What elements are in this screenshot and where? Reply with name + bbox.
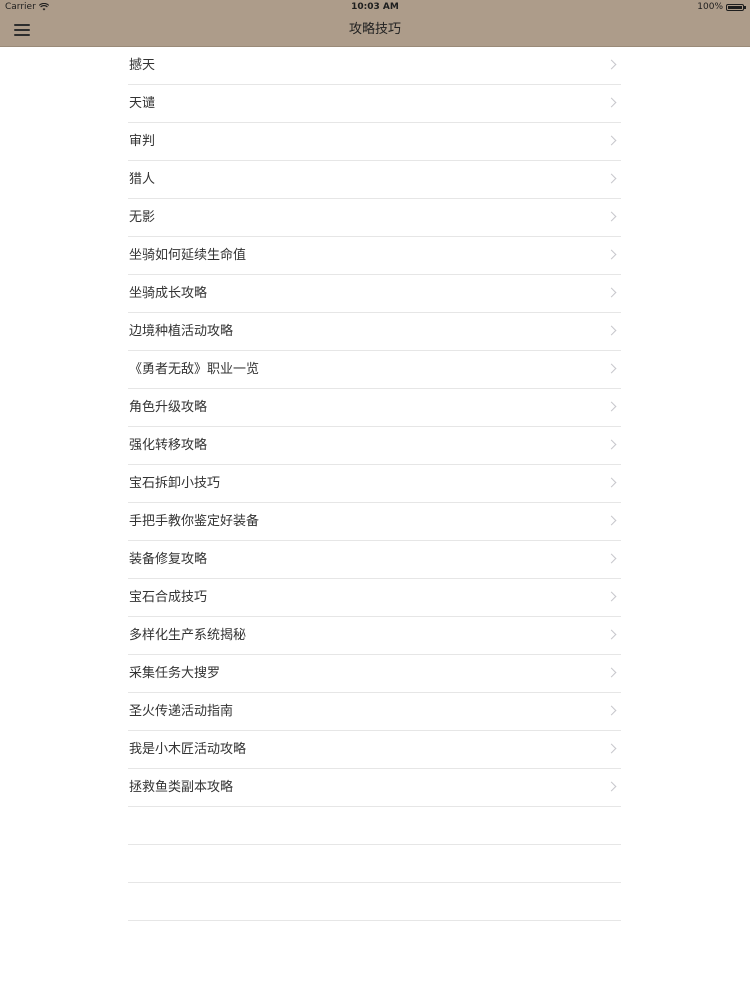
list-item[interactable]: 撼天	[128, 47, 621, 85]
chevron-right-icon	[606, 363, 617, 374]
list-item-label: 圣火传递活动指南	[129, 704, 234, 719]
battery-indicator: 100%	[697, 0, 746, 14]
list-item-label: 撼天	[129, 58, 156, 73]
list-item-label: 多样化生产系统揭秘	[129, 628, 247, 643]
list-item-label: 审判	[129, 134, 156, 149]
list-item-label: 拯救鱼类副本攻略	[129, 780, 234, 795]
list-item[interactable]: 采集任务大搜罗	[128, 655, 621, 693]
list-item[interactable]: 边境种植活动攻略	[128, 313, 621, 351]
list-item-label: 采集任务大搜罗	[129, 666, 221, 681]
status-bar: Carrier 10:03 AM 100%	[0, 0, 750, 14]
list-item[interactable]: 《勇者无敌》职业一览	[128, 351, 621, 389]
chevron-right-icon	[606, 135, 617, 146]
list-item-label: 装备修复攻略	[129, 552, 208, 567]
battery-icon	[726, 3, 746, 11]
chevron-right-icon	[606, 743, 617, 754]
empty-list-row	[128, 807, 621, 845]
list-item[interactable]: 坐骑成长攻略	[128, 275, 621, 313]
list-item[interactable]: 宝石拆卸小技巧	[128, 465, 621, 503]
list-item[interactable]: 天谴	[128, 85, 621, 123]
page-title: 攻略技巧	[348, 22, 401, 37]
chevron-right-icon	[606, 325, 617, 336]
chevron-right-icon	[606, 439, 617, 450]
chevron-right-icon	[606, 515, 617, 526]
chevron-right-icon	[606, 477, 617, 488]
list-item-label: 坐骑成长攻略	[129, 286, 208, 301]
chevron-right-icon	[606, 401, 617, 412]
status-time: 10:03 AM	[351, 2, 399, 12]
list-item-label: 宝石合成技巧	[129, 590, 208, 605]
list-item[interactable]: 多样化生产系统揭秘	[128, 617, 621, 655]
list-item[interactable]: 猎人	[128, 161, 621, 199]
chevron-right-icon	[606, 553, 617, 564]
chevron-right-icon	[606, 667, 617, 678]
list-item[interactable]: 装备修复攻略	[128, 541, 621, 579]
list-item-label: 天谴	[129, 96, 156, 111]
article-list: 撼天天谴审判猎人无影坐骑如何延续生命值 坐骑成长攻略边境种植活动攻略《勇者无敌》职…	[128, 47, 621, 921]
list-item[interactable]: 拯救鱼类副本攻略	[128, 769, 621, 807]
list-item-label: 猎人	[129, 172, 156, 187]
chevron-right-icon	[606, 629, 617, 640]
list-item[interactable]: 无影	[128, 199, 621, 237]
list-item-label: 宝石拆卸小技巧	[129, 476, 221, 491]
chevron-right-icon	[606, 781, 617, 792]
chevron-right-icon	[606, 173, 617, 184]
list-item-label: 角色升级攻略	[129, 400, 208, 415]
list-item[interactable]: 坐骑如何延续生命值	[128, 237, 621, 275]
chevron-right-icon	[606, 97, 617, 108]
list-item[interactable]: 我是小木匠活动攻略	[128, 731, 621, 769]
chevron-right-icon	[606, 287, 617, 298]
list-item[interactable]: 圣火传递活动指南	[128, 693, 621, 731]
chevron-right-icon	[606, 59, 617, 70]
list-item[interactable]: 角色升级攻略	[128, 389, 621, 427]
list-item-label: 坐骑如何延续生命值	[129, 248, 247, 263]
list-item[interactable]: 强化转移攻略	[128, 427, 621, 465]
empty-list-row	[128, 845, 621, 883]
list-item-label: 无影	[129, 210, 156, 225]
list-item-label: 我是小木匠活动攻略	[129, 742, 247, 757]
chevron-right-icon	[606, 249, 617, 260]
battery-percent: 100%	[697, 2, 723, 12]
list-item-label: 《勇者无敌》职业一览	[129, 362, 260, 377]
chevron-right-icon	[606, 211, 617, 222]
list-item-label: 手把手教你鉴定好装备	[129, 514, 260, 529]
list-item[interactable]: 宝石合成技巧	[128, 579, 621, 617]
list-item[interactable]: 审判	[128, 123, 621, 161]
empty-list-row	[128, 883, 621, 921]
list-item-label: 强化转移攻略	[129, 438, 208, 453]
list-item[interactable]: 手把手教你鉴定好装备	[128, 503, 621, 541]
list-item-label: 边境种植活动攻略	[129, 324, 234, 339]
navigation-bar: 攻略技巧	[0, 14, 750, 47]
chevron-right-icon	[606, 705, 617, 716]
chevron-right-icon	[606, 591, 617, 602]
